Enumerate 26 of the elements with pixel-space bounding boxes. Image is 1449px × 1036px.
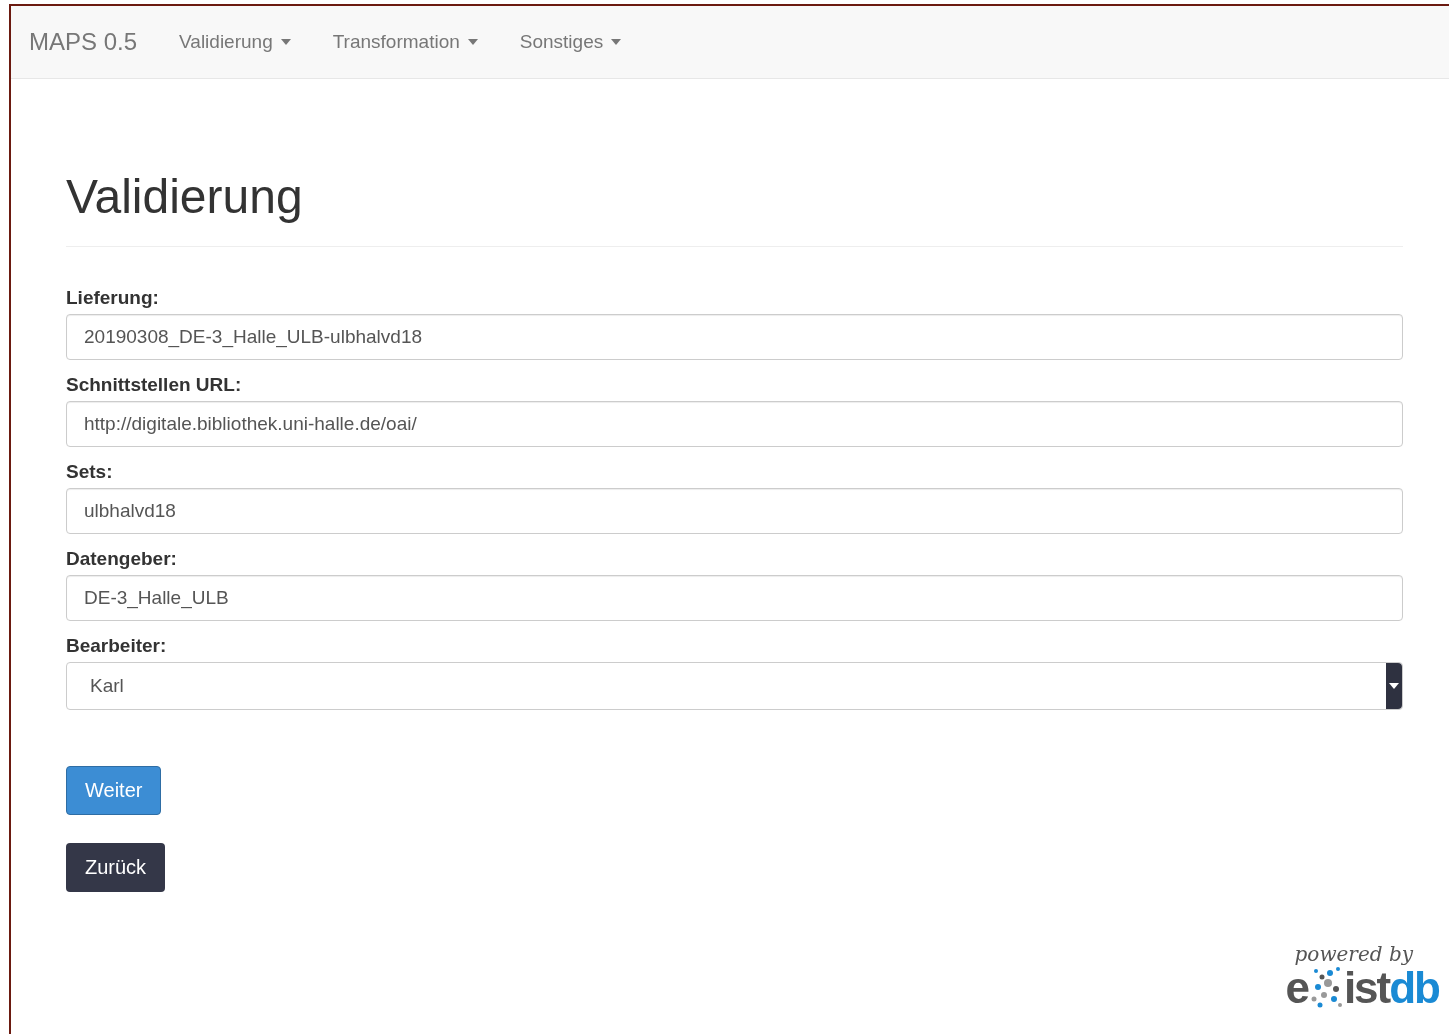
back-button[interactable]: Zurück — [66, 842, 166, 892]
brand-title[interactable]: MAPS 0.5 — [29, 28, 138, 56]
select-field[interactable]: Karl — [66, 661, 1403, 710]
caret-icon — [467, 39, 478, 45]
field-label: Bearbeiter: — [66, 634, 168, 657]
dropdown-button[interactable] — [1386, 662, 1402, 709]
text-field[interactable]: ulbhalvd18 — [66, 487, 1403, 534]
nav-menu[interactable]: Sonstiges — [519, 31, 622, 53]
field-label: Lieferung: — [66, 286, 160, 309]
caret-icon — [280, 39, 291, 45]
text-field[interactable]: DE-3_Halle_ULB — [66, 574, 1403, 621]
logo-text: e — [1285, 966, 1308, 1010]
logo-text: ist — [1343, 966, 1390, 1010]
text-field[interactable]: http://digitale.bibliothek.uni-halle.de/oai/ — [66, 400, 1403, 447]
logo-caption: powered by — [1294, 942, 1413, 966]
field-label: Sets: — [66, 460, 114, 483]
nav-menu[interactable]: Validierung — [179, 31, 291, 53]
caret-icon — [1389, 682, 1399, 689]
text-field[interactable]: 20190308_DE-3_Halle_ULB-ulbhalvd18 — [66, 313, 1403, 360]
next-button[interactable]: Weiter — [66, 765, 162, 815]
nav-menu[interactable]: Transformation — [332, 31, 478, 53]
page-heading: Validierung — [66, 171, 1403, 247]
logo-text: db — [1389, 966, 1439, 1010]
field-label: Datengeber: — [66, 547, 178, 570]
field-label: Schnittstellen URL: — [66, 373, 243, 396]
caret-icon — [611, 39, 622, 45]
